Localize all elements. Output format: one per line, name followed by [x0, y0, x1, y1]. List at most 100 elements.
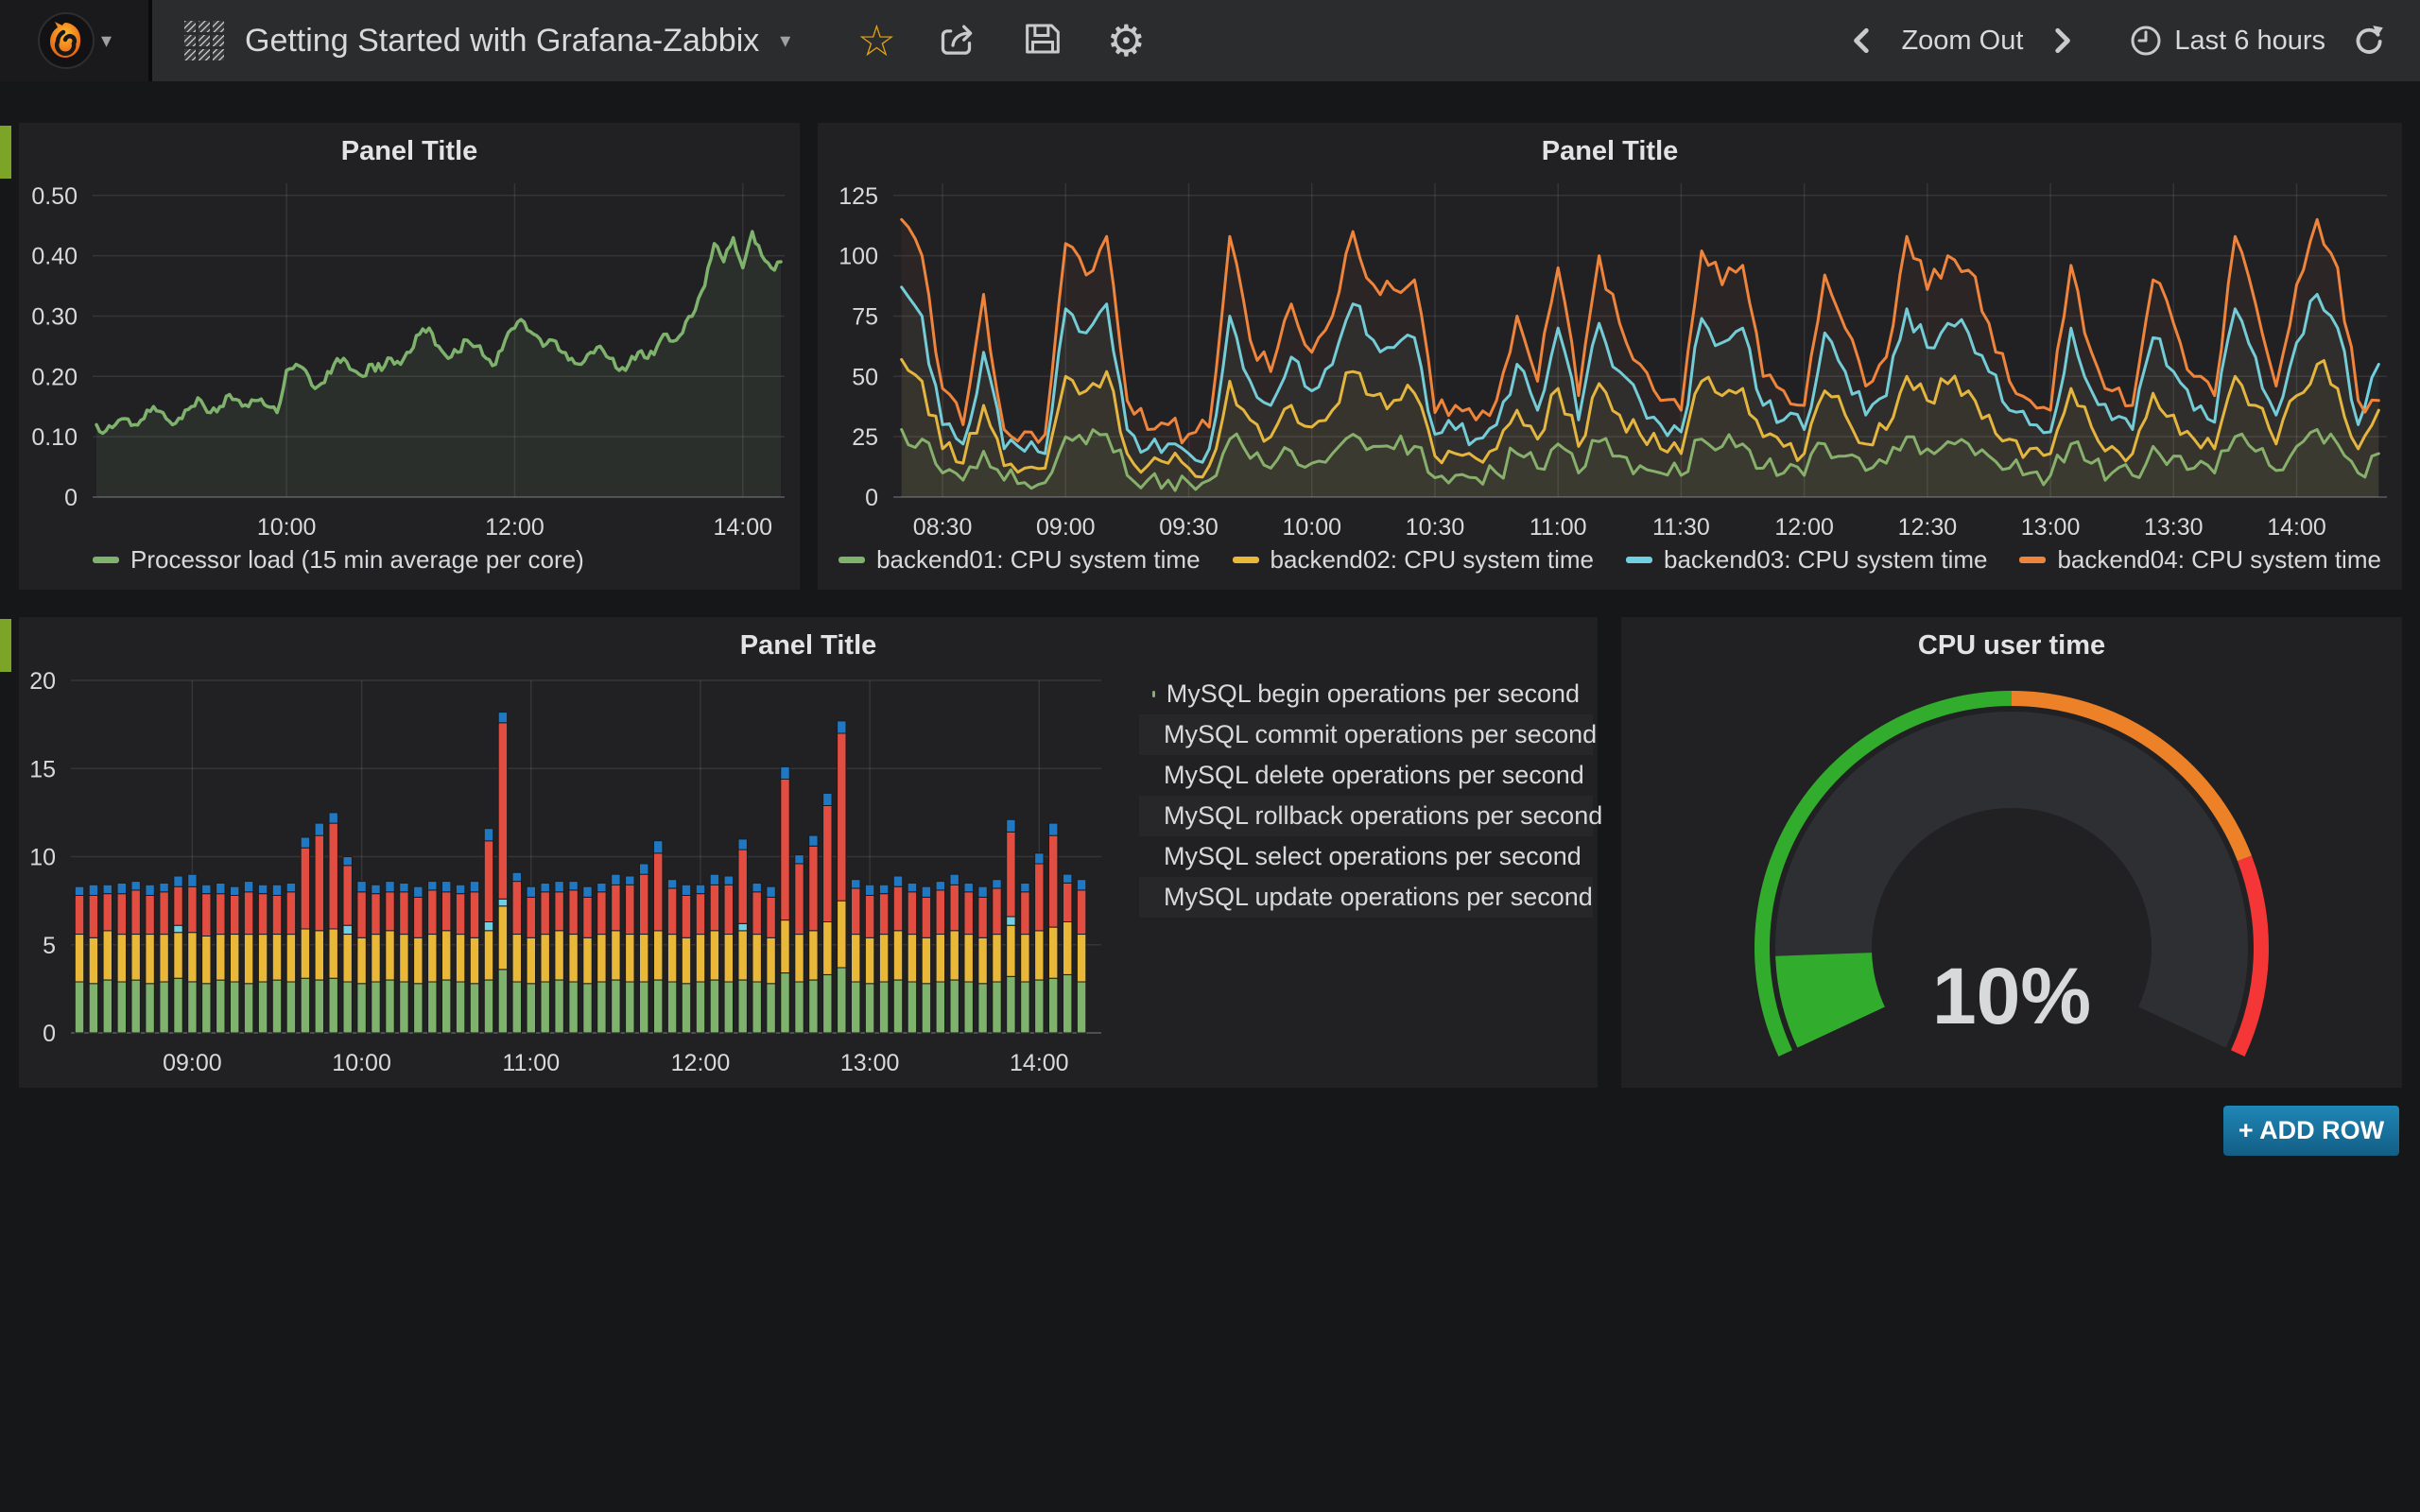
svg-text:11:30: 11:30: [1652, 514, 1710, 541]
legend-label: MySQL select operations per second: [1164, 842, 1582, 871]
svg-text:125: 125: [838, 183, 878, 210]
logo-caret-icon: ▾: [101, 28, 112, 53]
chevron-left-icon[interactable]: [1848, 26, 1876, 55]
svg-text:10:30: 10:30: [1406, 514, 1465, 541]
svg-text:15: 15: [29, 756, 56, 782]
svg-text:09:00: 09:00: [1036, 514, 1096, 541]
legend-label: MySQL rollback operations per second: [1164, 801, 1602, 831]
legend-label: backend04: CPU system time: [2057, 545, 2380, 575]
svg-text:10:00: 10:00: [1282, 514, 1341, 541]
panel-cpu-user-time: CPU user time 10%: [1621, 617, 2402, 1088]
svg-text:0.20: 0.20: [31, 364, 78, 390]
svg-text:10:00: 10:00: [332, 1050, 391, 1076]
svg-text:5: 5: [43, 933, 56, 959]
star-icon[interactable]: ☆: [855, 0, 898, 81]
dashboard-grid-icon: [184, 21, 224, 60]
svg-text:0: 0: [43, 1021, 56, 1047]
legend-label: MySQL begin operations per second: [1167, 679, 1580, 709]
chevron-right-icon[interactable]: [2048, 26, 2076, 55]
dashboard: ▾ Getting Started with Grafana-Zabbix ▾ …: [0, 0, 2420, 1512]
legend-color-marker: [93, 557, 119, 563]
panel-mysql-operations: Panel Title 09:0010:0011:0012:0013:0014:…: [19, 617, 1598, 1088]
panel-cpu-system-time: Panel Title 08:3009:0009:3010:0010:3011:…: [818, 123, 2402, 590]
svg-text:50: 50: [852, 364, 878, 390]
svg-text:08:30: 08:30: [913, 514, 973, 541]
navbar: ▾ Getting Started with Grafana-Zabbix ▾ …: [0, 0, 2420, 81]
legend-color-marker: [1152, 691, 1155, 697]
cpu-user-time-gauge[interactable]: 10%: [1621, 617, 2402, 1088]
svg-text:13:00: 13:00: [2021, 514, 2081, 541]
cpu-system-time-graph[interactable]: 08:30 09:00 09:30 10:00 10:30 11:00 11:30 12:00…: [818, 123, 2402, 590]
zoom-out-button[interactable]: Zoom Out: [1901, 26, 2023, 57]
graph-legend: Processor load (15 min average per core): [93, 545, 584, 575]
svg-text:25: 25: [852, 424, 878, 451]
legend-color-marker: [838, 557, 865, 563]
svg-text:0.10: 0.10: [31, 424, 78, 451]
svg-text:100: 100: [838, 244, 878, 270]
legend-item[interactable]: MySQL delete operations per second: [1139, 755, 1593, 796]
svg-text:12:00: 12:00: [671, 1050, 731, 1076]
legend-label: backend01: CPU system time: [876, 545, 1200, 575]
row-toggle-strip[interactable]: [0, 126, 11, 179]
svg-text:0.40: 0.40: [31, 244, 78, 270]
svg-text:13:00: 13:00: [840, 1050, 900, 1076]
legend-color-marker: [1233, 557, 1259, 563]
processor-load-graph[interactable]: 10:00 12:00 14:00 0 0.10 0.20 0.30 0.40 0.50: [19, 123, 800, 590]
time-range-picker[interactable]: Last 6 hours: [2129, 24, 2325, 58]
svg-text:11:00: 11:00: [1530, 514, 1587, 541]
legend-item[interactable]: MySQL select operations per second: [1139, 836, 1593, 877]
svg-text:11:00: 11:00: [502, 1050, 560, 1076]
svg-text:09:00: 09:00: [163, 1050, 222, 1076]
svg-text:12:00: 12:00: [485, 514, 544, 541]
legend-item[interactable]: backend02: CPU system time: [1233, 545, 1594, 575]
panel-processor-load: Panel Title 10:0012:0014:0000.100.200.30…: [19, 123, 800, 590]
svg-text:12:00: 12:00: [1774, 514, 1834, 541]
gear-icon[interactable]: ⚙: [1104, 0, 1148, 81]
legend-item[interactable]: MySQL rollback operations per second: [1139, 796, 1593, 836]
graph-legend: MySQL begin operations per second MySQL c…: [1139, 674, 1593, 918]
legend-color-marker: [1626, 557, 1652, 563]
svg-text:75: 75: [852, 303, 878, 330]
svg-text:13:30: 13:30: [2144, 514, 2204, 541]
svg-text:09:30: 09:30: [1159, 514, 1219, 541]
plus-icon: +: [2238, 1116, 2254, 1144]
svg-text:14:00: 14:00: [2267, 514, 2326, 541]
legend-label: MySQL commit operations per second: [1164, 720, 1597, 749]
legend-label: MySQL update operations per second: [1164, 883, 1593, 912]
svg-text:10:00: 10:00: [257, 514, 317, 541]
svg-text:12:30: 12:30: [1898, 514, 1958, 541]
graph-legend: backend01: CPU system time backend02: CPU…: [818, 545, 2402, 575]
legend-label: backend02: CPU system time: [1270, 545, 1594, 575]
svg-text:10%: 10%: [1932, 952, 2091, 1040]
svg-text:0.30: 0.30: [31, 303, 78, 330]
legend-item[interactable]: backend03: CPU system time: [1626, 545, 1987, 575]
row-toggle-strip[interactable]: [0, 619, 11, 672]
refresh-icon[interactable]: [2350, 23, 2386, 59]
legend-label: Processor load (15 min average per core): [130, 545, 584, 575]
grafana-logo[interactable]: ▾: [0, 0, 152, 81]
svg-text:0.50: 0.50: [31, 183, 78, 210]
legend-color-marker: [2019, 557, 2046, 563]
svg-text:20: 20: [29, 668, 56, 695]
legend-item[interactable]: MySQL begin operations per second: [1139, 674, 1593, 714]
legend-item[interactable]: MySQL commit operations per second: [1139, 714, 1593, 755]
dashboard-title[interactable]: Getting Started with Grafana-Zabbix: [245, 23, 759, 60]
svg-text:14:00: 14:00: [1010, 1050, 1069, 1076]
add-row-button[interactable]: + ADD ROW: [2223, 1106, 2399, 1156]
grafana-logo-icon: [37, 11, 95, 70]
legend-label: backend03: CPU system time: [1664, 545, 1987, 575]
save-icon[interactable]: [1021, 19, 1064, 63]
dashboard-title-caret-icon[interactable]: ▾: [780, 28, 790, 53]
share-icon[interactable]: [938, 19, 981, 63]
legend-item[interactable]: backend01: CPU system time: [838, 545, 1200, 575]
svg-text:10: 10: [29, 845, 56, 871]
svg-text:0: 0: [64, 485, 78, 511]
clock-icon: [2129, 24, 2163, 58]
svg-text:14:00: 14:00: [713, 514, 772, 541]
time-range-label: Last 6 hours: [2174, 26, 2325, 57]
svg-text:0: 0: [865, 485, 878, 511]
legend-item[interactable]: MySQL update operations per second: [1139, 877, 1593, 918]
legend-item[interactable]: Processor load (15 min average per core): [93, 545, 584, 575]
legend-item[interactable]: backend04: CPU system time: [2019, 545, 2380, 575]
legend-label: MySQL delete operations per second: [1164, 761, 1584, 790]
